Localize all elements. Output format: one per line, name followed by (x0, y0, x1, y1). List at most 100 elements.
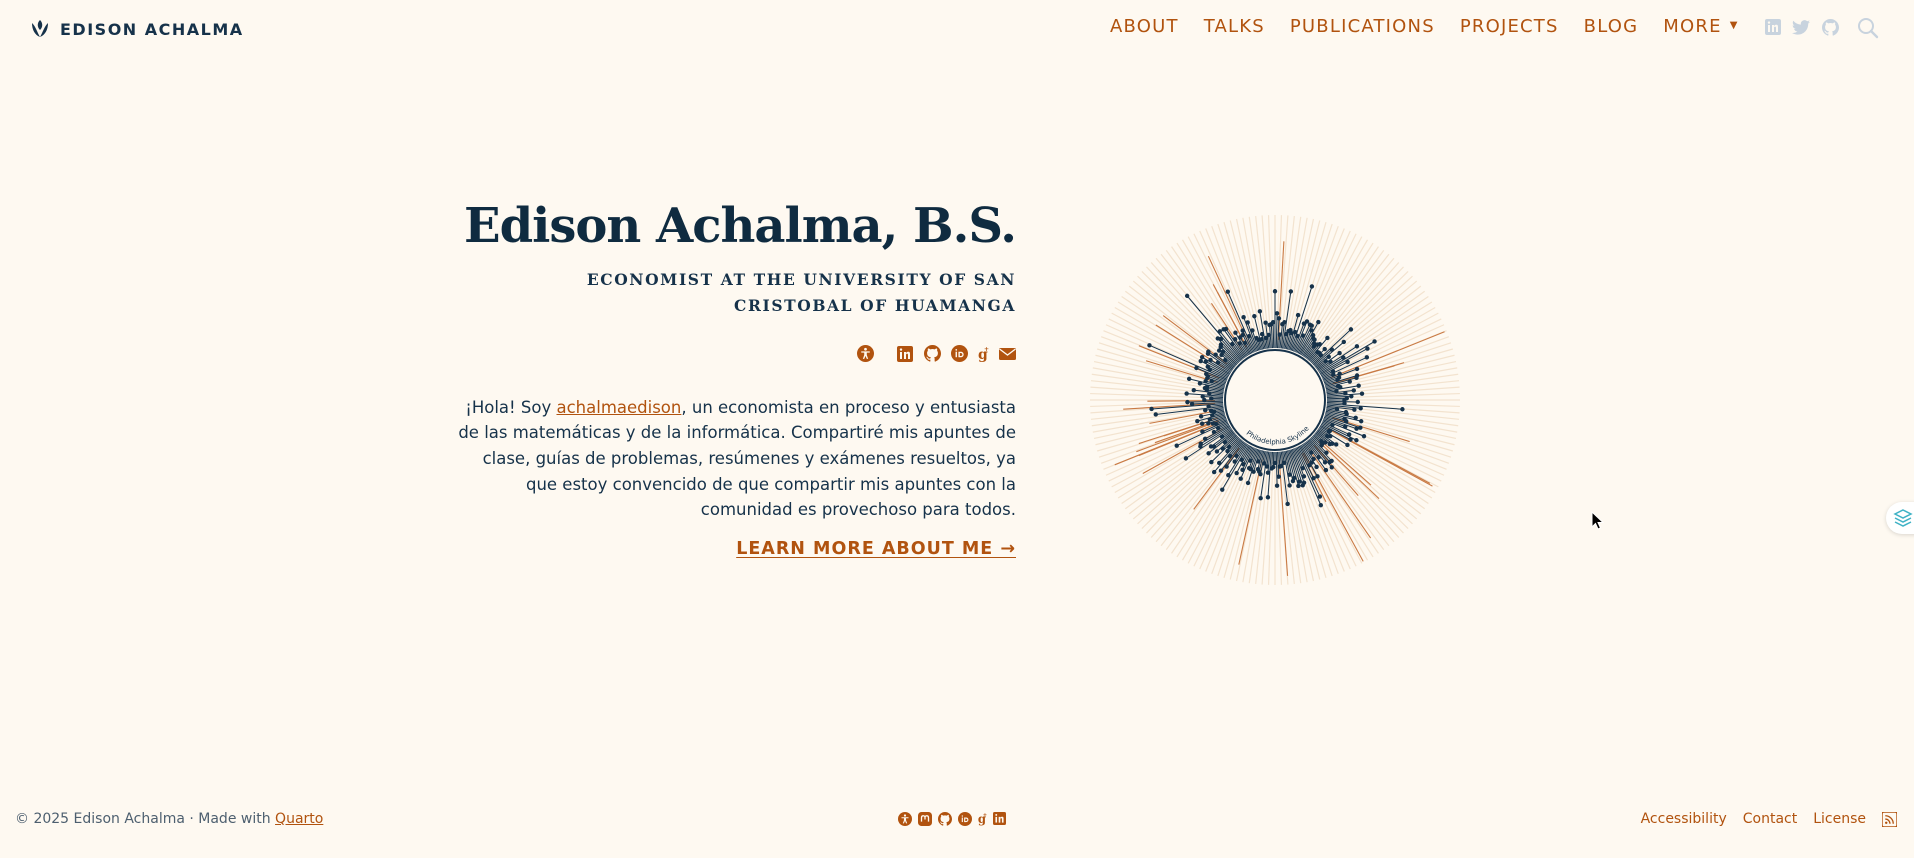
lollipop-dot (1274, 483, 1280, 488)
nav-publications[interactable]: PUBLICATIONS (1290, 16, 1435, 37)
bio-intro: ¡Hola! Soy (465, 397, 557, 417)
footer: © 2025 Edison Achalma · Made with Quarto… (0, 808, 1914, 832)
twitter-icon[interactable] (1792, 18, 1810, 36)
lollipop-dot (1315, 474, 1320, 479)
lollipop-dot (1337, 350, 1342, 356)
hero-social-links: g + (446, 345, 1016, 363)
search-icon[interactable] (1857, 17, 1879, 39)
lollipop-dot (1364, 355, 1370, 360)
footer-accessibility-link[interactable]: Accessibility (1641, 811, 1727, 827)
github-icon[interactable] (937, 811, 952, 826)
lollipop-dot (1349, 394, 1354, 399)
google-scholar-icon[interactable]: g + (977, 345, 989, 363)
google-scholar-icon[interactable]: g + (977, 811, 987, 826)
nav-blog[interactable]: BLOG (1584, 16, 1639, 37)
lollipop-dot (1191, 387, 1196, 393)
copyright-text: © 2025 Edison Achalma · Made with (15, 811, 276, 827)
lollipop-dot (1241, 314, 1246, 320)
lollipop-dot (1234, 470, 1239, 476)
rss-icon[interactable] (1882, 811, 1897, 827)
nav-more-dropdown[interactable]: MORE ▼ (1663, 16, 1738, 37)
lollipop-dot (1317, 494, 1323, 499)
lollipop-dot (1184, 293, 1190, 299)
lollipop-dot (1329, 465, 1334, 470)
lollipop-dot (1265, 495, 1271, 500)
lollipop-dot (1220, 487, 1225, 492)
lollipop-dot (1359, 391, 1365, 396)
lollipop-dot (1274, 311, 1280, 316)
lollipop-dot (1232, 336, 1238, 342)
quarto-link[interactable]: Quarto (275, 811, 323, 827)
linkedin-icon[interactable] (896, 345, 914, 363)
nav-talks[interactable]: TALKS (1204, 16, 1265, 37)
nav-about[interactable]: ABOUT (1110, 16, 1179, 37)
footer-contact-link[interactable]: Contact (1743, 811, 1797, 827)
orcid-icon[interactable] (957, 811, 972, 826)
lollipop-dot (1372, 339, 1377, 344)
lollipop-dot (1296, 483, 1301, 489)
lollipop-dot (1185, 399, 1190, 405)
lollipop-dot (1358, 406, 1363, 411)
linkedin-icon[interactable] (1764, 18, 1782, 36)
github-icon[interactable] (923, 345, 941, 363)
lollipop-dot (1213, 352, 1218, 357)
lollipop-dot (1322, 460, 1328, 465)
lollipop-dot (1199, 421, 1205, 426)
footer-license-link[interactable]: License (1813, 811, 1866, 827)
lollipop-dot (1208, 357, 1213, 363)
mouse-cursor-icon (1591, 511, 1605, 530)
lollipop-dot (1202, 436, 1208, 442)
lollipop-dot (1225, 289, 1231, 294)
orcid-icon[interactable] (950, 345, 968, 363)
bio-username-link[interactable]: achalmaedison (556, 398, 681, 417)
nav-projects[interactable]: PROJECTS (1460, 16, 1559, 37)
envelope-icon[interactable] (998, 345, 1016, 363)
lollipop-dot (1200, 429, 1205, 434)
github-icon[interactable] (1821, 18, 1839, 36)
lollipop-dot (1174, 443, 1179, 448)
lollipop-dot (1257, 309, 1263, 314)
footer-links: Accessibility Contact License (1641, 811, 1897, 827)
learn-more-link[interactable]: LEARN MORE ABOUT ME → (736, 539, 1016, 559)
lollipop-dot (1250, 328, 1255, 333)
floating-side-button[interactable] (1886, 502, 1914, 534)
accessibility-icon[interactable] (856, 345, 874, 363)
lollipop-dot (1149, 406, 1154, 412)
lollipop-dot (1295, 312, 1301, 318)
linkedin-icon[interactable] (992, 811, 1007, 826)
lollipop-dot (1198, 414, 1204, 419)
lollipop-dot (1240, 467, 1245, 473)
lollipop-dot (1263, 320, 1268, 325)
lollipop-dot (1208, 444, 1214, 449)
background-ray (1314, 437, 1409, 529)
lollipop-dot (1218, 468, 1224, 473)
lollipop-dot (1309, 323, 1314, 328)
lollipop-dot (1232, 459, 1237, 464)
accessibility-icon[interactable] (897, 811, 912, 826)
lollipop-dot (1209, 459, 1214, 465)
bio-paragraph: ¡Hola! Soy achalmaedison, un economista … (458, 395, 1016, 523)
brand-link[interactable]: EDISON ACHALMA (28, 17, 244, 41)
lollipop-dot (1276, 316, 1282, 321)
lollipop-dot (1198, 441, 1203, 446)
lollipop-dot (1288, 289, 1294, 294)
lollipop-dot (1316, 319, 1321, 325)
radial-center-circle (1224, 349, 1326, 451)
tulip-logo-icon (32, 20, 48, 37)
lollipop-dot (1314, 464, 1319, 470)
lollipop-dot (1147, 343, 1152, 348)
brand-name: EDISON ACHALMA (60, 19, 244, 39)
mastodon-icon[interactable] (917, 811, 932, 826)
lollipop-dot (1326, 354, 1331, 360)
lollipop-dot (1354, 426, 1359, 431)
background-ray (1314, 271, 1409, 363)
lollipop-dot (1272, 289, 1278, 294)
lollipop-dot (1225, 448, 1230, 454)
lollipop-dot (1358, 425, 1363, 430)
nav-links: ABOUT TALKS PUBLICATIONS PROJECTS BLOG M… (1110, 16, 1764, 37)
background-ray (1093, 360, 1222, 390)
lollipop-dot (1361, 434, 1367, 439)
lollipop-dot (1356, 383, 1361, 388)
lollipop-dot (1211, 469, 1217, 475)
lollipop-stem (1272, 322, 1275, 349)
